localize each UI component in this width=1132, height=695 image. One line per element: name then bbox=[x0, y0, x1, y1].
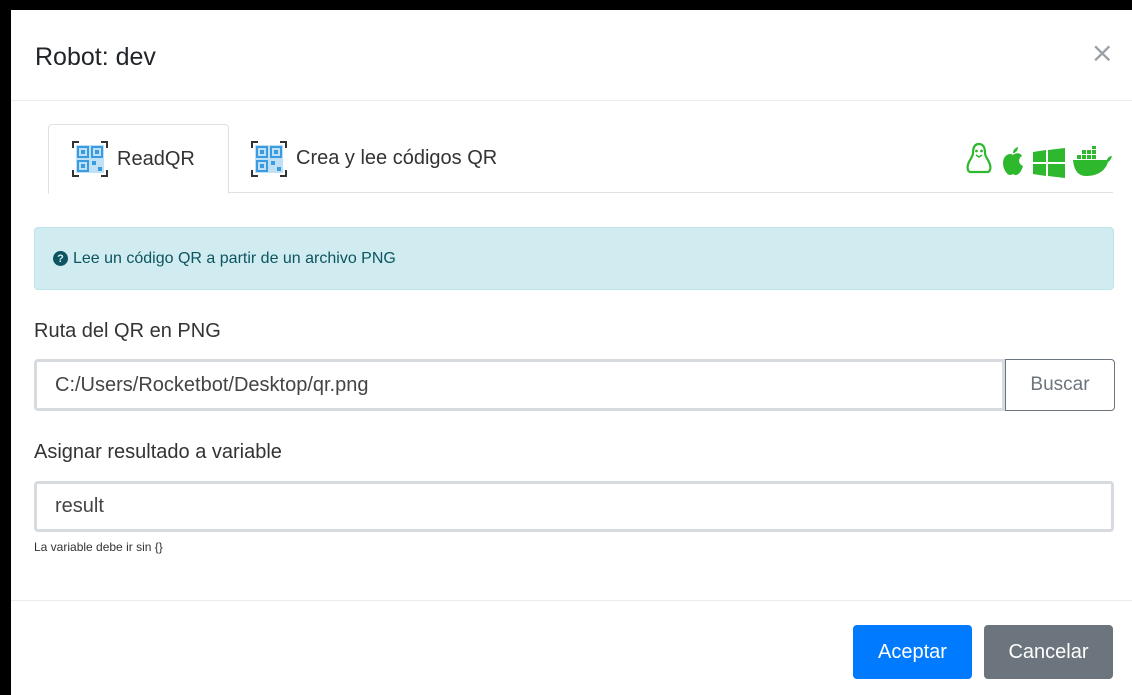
qr-code-icon bbox=[251, 140, 287, 177]
tab-label: ReadQR bbox=[117, 147, 195, 170]
tab-bar: ReadQR Crea y lee códigos QR bbox=[48, 124, 1113, 194]
modal-header: Robot: dev × bbox=[11, 10, 1132, 101]
variable-help-text: La variable debe ir sin {} bbox=[34, 540, 163, 554]
qr-code-icon bbox=[72, 141, 108, 177]
path-input[interactable]: C:/Users/Rocketbot/Desktop/qr.png bbox=[34, 359, 1005, 411]
apple-icon bbox=[1003, 147, 1023, 175]
modal-footer: Aceptar Cancelar bbox=[11, 600, 1132, 695]
info-alert: ? Lee un código QR a partir de un archiv… bbox=[34, 227, 1114, 290]
modal-dialog: Robot: dev × ReadQR Crea y lee códigos Q… bbox=[11, 10, 1132, 695]
modal-title: Robot: dev bbox=[35, 43, 156, 71]
windows-icon bbox=[1033, 148, 1065, 178]
cancel-button[interactable]: Cancelar bbox=[984, 625, 1113, 679]
close-button[interactable]: × bbox=[1091, 38, 1114, 68]
variable-label: Asignar resultado a variable bbox=[34, 441, 282, 463]
accept-button[interactable]: Aceptar bbox=[853, 625, 972, 679]
tab-label: Crea y lee códigos QR bbox=[296, 147, 498, 169]
browse-button[interactable]: Buscar bbox=[1005, 359, 1115, 411]
tab-crea-y-lee[interactable]: Crea y lee códigos QR bbox=[250, 124, 497, 193]
alert-text: Lee un código QR a partir de un archivo … bbox=[73, 249, 396, 267]
path-input-group: C:/Users/Rocketbot/Desktop/qr.png Buscar bbox=[34, 359, 1115, 411]
variable-input[interactable]: result bbox=[34, 481, 1114, 532]
linux-icon bbox=[966, 142, 992, 174]
question-circle-icon: ? bbox=[53, 251, 68, 266]
path-label: Ruta del QR en PNG bbox=[34, 320, 221, 342]
docker-icon bbox=[1073, 146, 1112, 176]
os-icons bbox=[965, 142, 1113, 178]
tab-readqr[interactable]: ReadQR bbox=[48, 124, 229, 194]
